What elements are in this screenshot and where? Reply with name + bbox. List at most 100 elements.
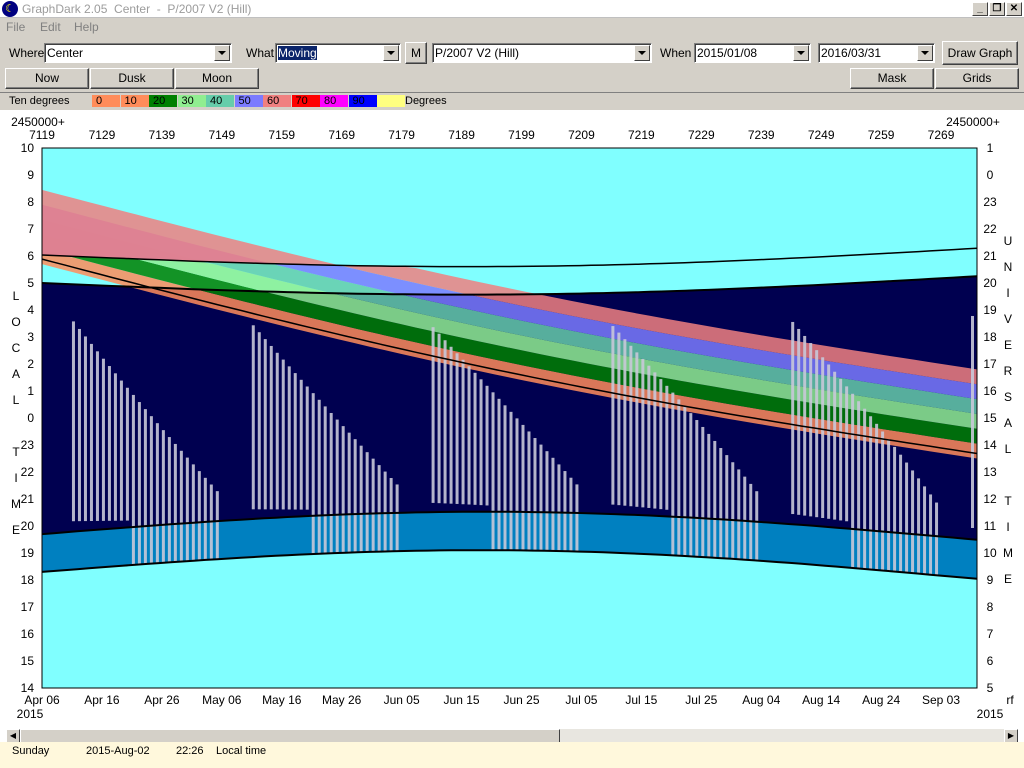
horizontal-scrollbar[interactable]: ◀ ▶ xyxy=(6,728,1018,743)
local-hour-label: 17 xyxy=(21,600,35,614)
jd-tick-label: 7179 xyxy=(388,128,415,142)
menu-file[interactable]: File xyxy=(6,20,25,34)
now-button[interactable]: Now xyxy=(5,68,89,89)
ut-hour-label: 5 xyxy=(987,681,994,695)
local-hour-label: 14 xyxy=(21,681,35,695)
mask-button[interactable]: Mask xyxy=(850,68,934,89)
moon-stripe xyxy=(431,327,435,503)
moon-stripe xyxy=(659,379,663,510)
legend-suffix: Degrees xyxy=(405,95,447,107)
chevron-down-icon[interactable] xyxy=(634,45,650,61)
visibility-graph[interactable]: 2450000+ 2450000+ 7119 7129 7139 7149 7159 7169… xyxy=(0,110,1024,742)
left-axis-letter: A xyxy=(12,367,20,381)
legend-label: 70 xyxy=(295,95,308,107)
moon-stripe xyxy=(461,359,465,505)
restore-button[interactable]: ❐ xyxy=(989,2,1005,16)
local-hour-label: 20 xyxy=(21,519,35,533)
jd-tick-label: 7219 xyxy=(628,128,655,142)
scroll-right-icon[interactable]: ▶ xyxy=(1004,729,1018,743)
jd-tick-label: 7159 xyxy=(268,128,295,142)
ut-hour-label: 13 xyxy=(983,465,997,479)
what-label: What xyxy=(246,46,275,60)
moon-stripe xyxy=(485,385,489,506)
end-date-select[interactable]: 2016/03/31 xyxy=(818,43,935,63)
moon-stripe xyxy=(281,359,285,510)
moon-stripe xyxy=(263,339,267,510)
moon-stripe xyxy=(251,325,255,510)
where-select[interactable]: Center xyxy=(44,43,232,63)
legend-label: 50 xyxy=(238,95,251,107)
moon-stripe xyxy=(497,398,501,551)
moon-button[interactable]: Moon xyxy=(175,68,259,89)
scrollbar-thumb[interactable] xyxy=(20,729,560,743)
moon-stripe xyxy=(287,366,291,510)
moon-stripe xyxy=(455,353,459,504)
moon-stripe xyxy=(533,438,537,551)
moon-stripe xyxy=(215,491,219,560)
moon-stripe xyxy=(125,387,129,521)
object-value: P/2007 V2 (Hill) xyxy=(435,46,520,60)
ut-hour-label: 10 xyxy=(983,546,997,560)
moon-stripe xyxy=(833,371,837,520)
ut-hour-label: 17 xyxy=(983,357,997,371)
scroll-left-icon[interactable]: ◀ xyxy=(6,729,20,743)
moon-stripe xyxy=(617,332,621,506)
moon-stripe xyxy=(275,352,279,510)
moon-stripe xyxy=(923,486,927,575)
start-date-select[interactable]: 2015/01/08 xyxy=(694,43,811,63)
moon-stripe xyxy=(131,394,135,566)
moon-stripe xyxy=(293,373,297,510)
moon-stripe xyxy=(491,392,495,551)
menu-help[interactable]: Help xyxy=(74,20,99,34)
object-select[interactable]: P/2007 V2 (Hill) xyxy=(432,43,652,63)
date-tick-label: Aug 04 xyxy=(742,693,780,707)
chevron-down-icon[interactable] xyxy=(917,45,933,61)
menu-bar: File Edit Help xyxy=(0,18,1024,37)
moon-stripe xyxy=(689,413,693,557)
ut-hour-label: 18 xyxy=(983,330,997,344)
moon-stripe xyxy=(539,444,543,551)
ut-hour-label: 20 xyxy=(983,276,997,290)
moon-stripe xyxy=(815,350,819,518)
moon-stripe xyxy=(635,352,639,507)
chevron-down-icon[interactable] xyxy=(214,45,230,61)
when-label: When xyxy=(660,46,692,60)
moon-stripe xyxy=(701,426,705,557)
legend-label: 40 xyxy=(210,95,223,107)
moon-stripe xyxy=(575,484,579,552)
local-hour-label: 1 xyxy=(27,384,34,398)
moon-stripe xyxy=(881,431,885,571)
chevron-down-icon[interactable] xyxy=(793,45,809,61)
right-corner-label: rf xyxy=(1006,693,1014,707)
moon-stripe xyxy=(167,437,171,563)
moon-stripe xyxy=(755,491,759,561)
menu-edit[interactable]: Edit xyxy=(40,20,61,34)
year-left-label: 2015 xyxy=(17,707,44,721)
what-select[interactable]: Moving xyxy=(275,43,401,63)
moon-stripe xyxy=(515,418,519,551)
minimize-button[interactable]: _ xyxy=(972,2,988,16)
visibility-chart-svg[interactable]: 2450000+ 2450000+7119 7129 7139 7149 7159 7169… xyxy=(0,110,1024,742)
moon-stripe xyxy=(197,471,201,561)
moon-stripe xyxy=(893,446,897,572)
status-day: Sunday xyxy=(12,745,50,757)
jd-tick-label: 7269 xyxy=(928,128,955,142)
chevron-down-icon[interactable] xyxy=(383,45,399,61)
date-tick-label: Apr 16 xyxy=(84,693,120,707)
moon-stripe xyxy=(641,359,645,508)
m-button[interactable]: M xyxy=(405,42,427,64)
dusk-button[interactable]: Dusk xyxy=(90,68,174,89)
grids-button[interactable]: Grids xyxy=(935,68,1019,89)
draw-graph-button[interactable]: Draw Graph xyxy=(942,41,1018,65)
moon-stripe xyxy=(725,455,729,559)
date-tick-label: Apr 06 xyxy=(24,693,60,707)
date-tick-label: Aug 14 xyxy=(802,693,840,707)
window-title: GraphDark 2.05 Center - P/2007 V2 (Hill) xyxy=(22,2,252,16)
moon-stripe xyxy=(257,332,261,510)
moon-stripe xyxy=(395,484,399,552)
moon-stripe xyxy=(119,380,123,521)
moon-stripe xyxy=(521,424,525,551)
moon-stripe xyxy=(611,326,615,505)
close-button[interactable]: ✕ xyxy=(1006,2,1022,16)
local-hour-label: 2 xyxy=(27,357,34,371)
